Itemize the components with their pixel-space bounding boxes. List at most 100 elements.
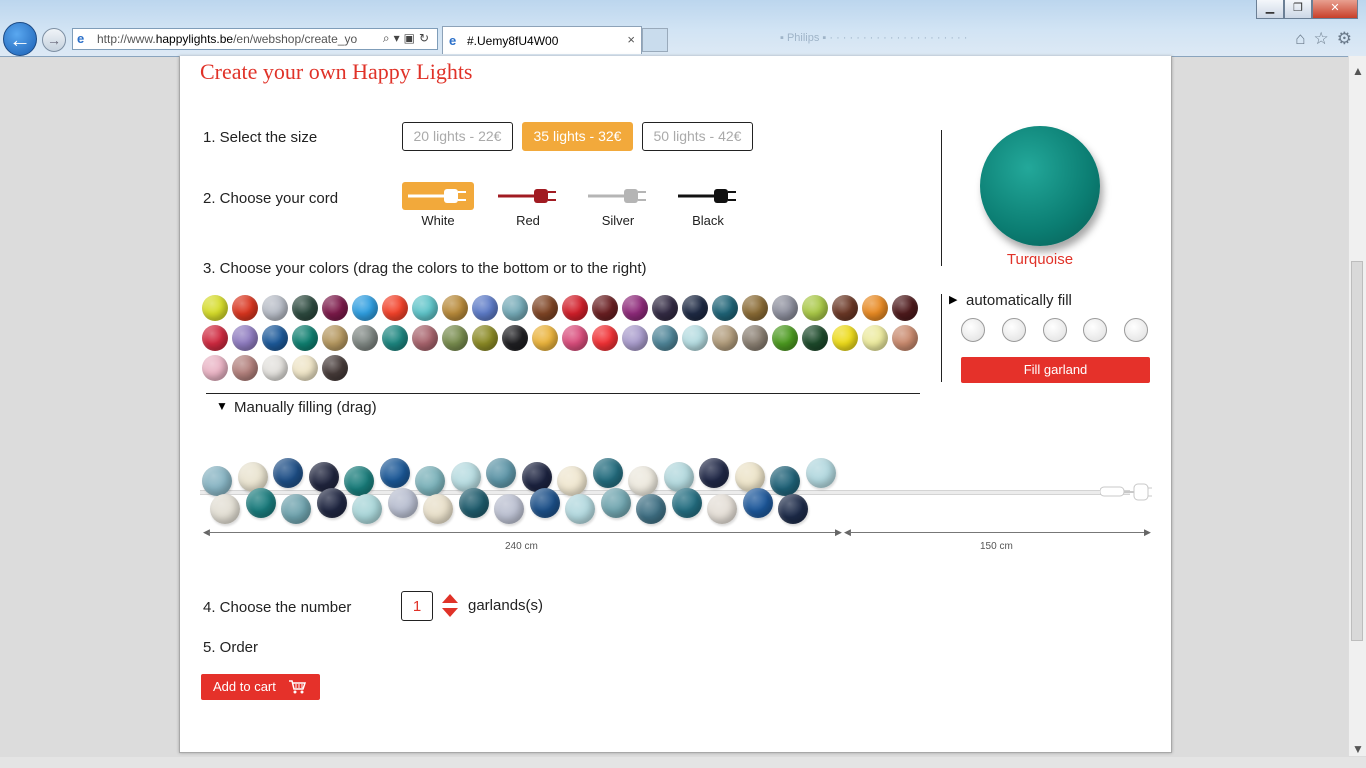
- garland-ball[interactable]: [778, 494, 808, 524]
- garland-ball[interactable]: [636, 494, 666, 524]
- color-swatch[interactable]: [832, 325, 858, 351]
- size-option-50[interactable]: 50 lights - 42€: [642, 122, 753, 151]
- color-swatch[interactable]: [232, 355, 258, 381]
- garland-ball[interactable]: [593, 458, 623, 488]
- color-swatch[interactable]: [292, 295, 318, 321]
- color-swatch[interactable]: [232, 295, 258, 321]
- color-swatch[interactable]: [892, 295, 918, 321]
- garland-ball[interactable]: [707, 494, 737, 524]
- color-swatch[interactable]: [682, 295, 708, 321]
- garland-ball[interactable]: [601, 488, 631, 518]
- favorites-star-icon[interactable]: ☆: [1314, 29, 1337, 48]
- decrement-arrow-icon[interactable]: [442, 608, 458, 617]
- fill-garland-button[interactable]: Fill garland: [961, 357, 1150, 383]
- color-swatch[interactable]: [562, 295, 588, 321]
- garland-ball[interactable]: [770, 466, 800, 496]
- new-tab-button[interactable]: [642, 28, 668, 52]
- garland-drop-area[interactable]: [180, 446, 1171, 566]
- color-swatch[interactable]: [802, 325, 828, 351]
- color-swatch[interactable]: [322, 325, 348, 351]
- color-swatch[interactable]: [532, 295, 558, 321]
- color-swatch[interactable]: [412, 295, 438, 321]
- color-swatch[interactable]: [712, 295, 738, 321]
- cord-option-silver[interactable]: Silver: [582, 180, 654, 228]
- color-swatch[interactable]: [202, 295, 228, 321]
- forward-button[interactable]: →: [42, 28, 66, 52]
- color-swatch[interactable]: [622, 325, 648, 351]
- garland-ball[interactable]: [210, 494, 240, 524]
- color-swatch[interactable]: [292, 355, 318, 381]
- auto-fill-slot[interactable]: [1124, 318, 1148, 342]
- color-swatch[interactable]: [502, 295, 528, 321]
- color-swatch[interactable]: [262, 295, 288, 321]
- restore-button[interactable]: ❐: [1284, 0, 1312, 19]
- garland-ball[interactable]: [806, 458, 836, 488]
- color-swatch[interactable]: [442, 295, 468, 321]
- scroll-thumb[interactable]: [1351, 261, 1363, 641]
- collapsed-triangle-icon[interactable]: ▶: [949, 293, 957, 306]
- auto-fill-toggle[interactable]: automatically fill: [966, 292, 1072, 309]
- garland-ball[interactable]: [380, 458, 410, 488]
- auto-fill-slot[interactable]: [961, 318, 985, 342]
- auto-fill-slot[interactable]: [1043, 318, 1067, 342]
- scroll-up-icon[interactable]: ▲: [1352, 64, 1364, 78]
- cord-option-white[interactable]: White: [402, 180, 474, 228]
- color-swatch[interactable]: [322, 355, 348, 381]
- color-swatch[interactable]: [652, 325, 678, 351]
- garland-ball[interactable]: [415, 466, 445, 496]
- garland-ball[interactable]: [486, 458, 516, 488]
- color-swatch[interactable]: [742, 325, 768, 351]
- garland-ball[interactable]: [273, 458, 303, 488]
- garland-ball[interactable]: [352, 494, 382, 524]
- garland-ball[interactable]: [246, 488, 276, 518]
- color-swatch[interactable]: [802, 295, 828, 321]
- color-swatch[interactable]: [412, 325, 438, 351]
- browser-tab[interactable]: e #.Uemy8fU4W00 ×: [442, 26, 642, 54]
- color-swatch[interactable]: [262, 355, 288, 381]
- garland-ball[interactable]: [494, 494, 524, 524]
- color-swatch[interactable]: [862, 295, 888, 321]
- garland-ball[interactable]: [459, 488, 489, 518]
- address-bar[interactable]: e http://www.happylights.be/en/webshop/c…: [72, 28, 438, 50]
- color-swatch[interactable]: [712, 325, 738, 351]
- color-swatch[interactable]: [262, 325, 288, 351]
- color-swatch[interactable]: [772, 325, 798, 351]
- cord-option-black[interactable]: Black: [672, 180, 744, 228]
- color-swatch[interactable]: [292, 325, 318, 351]
- color-swatch[interactable]: [232, 325, 258, 351]
- color-swatch[interactable]: [202, 355, 228, 381]
- size-option-20[interactable]: 20 lights - 22€: [402, 122, 513, 151]
- color-swatch[interactable]: [862, 325, 888, 351]
- garland-ball[interactable]: [699, 458, 729, 488]
- garland-ball[interactable]: [743, 488, 773, 518]
- cord-option-red[interactable]: Red: [492, 180, 564, 228]
- add-to-cart-button[interactable]: Add to cart: [201, 674, 320, 700]
- color-swatch[interactable]: [832, 295, 858, 321]
- color-swatch[interactable]: [322, 295, 348, 321]
- color-swatch[interactable]: [472, 295, 498, 321]
- color-swatch[interactable]: [562, 325, 588, 351]
- color-swatch[interactable]: [892, 325, 918, 351]
- color-swatch[interactable]: [772, 295, 798, 321]
- manual-fill-toggle[interactable]: Manually filling (drag): [234, 399, 377, 416]
- address-actions-icon[interactable]: ⌕▾▣↻: [383, 31, 433, 46]
- expand-down-triangle-icon[interactable]: ▼: [216, 399, 228, 413]
- color-swatch[interactable]: [592, 295, 618, 321]
- garland-ball[interactable]: [281, 494, 311, 524]
- back-button[interactable]: ←: [3, 22, 37, 56]
- color-swatch[interactable]: [502, 325, 528, 351]
- color-swatch[interactable]: [622, 295, 648, 321]
- auto-fill-slot[interactable]: [1002, 318, 1026, 342]
- garland-ball[interactable]: [423, 494, 453, 524]
- garland-ball[interactable]: [628, 466, 658, 496]
- garland-ball[interactable]: [317, 488, 347, 518]
- vertical-scrollbar[interactable]: ▲ ▼: [1348, 56, 1366, 756]
- garland-ball[interactable]: [557, 466, 587, 496]
- color-swatch[interactable]: [472, 325, 498, 351]
- close-window-button[interactable]: ✕: [1312, 0, 1358, 19]
- garland-ball[interactable]: [672, 488, 702, 518]
- color-swatch[interactable]: [352, 295, 378, 321]
- increment-arrow-icon[interactable]: [442, 594, 458, 603]
- settings-gear-icon[interactable]: ⚙: [1337, 29, 1360, 48]
- browser-toolbar-icons[interactable]: ⌂☆⚙: [1295, 29, 1360, 49]
